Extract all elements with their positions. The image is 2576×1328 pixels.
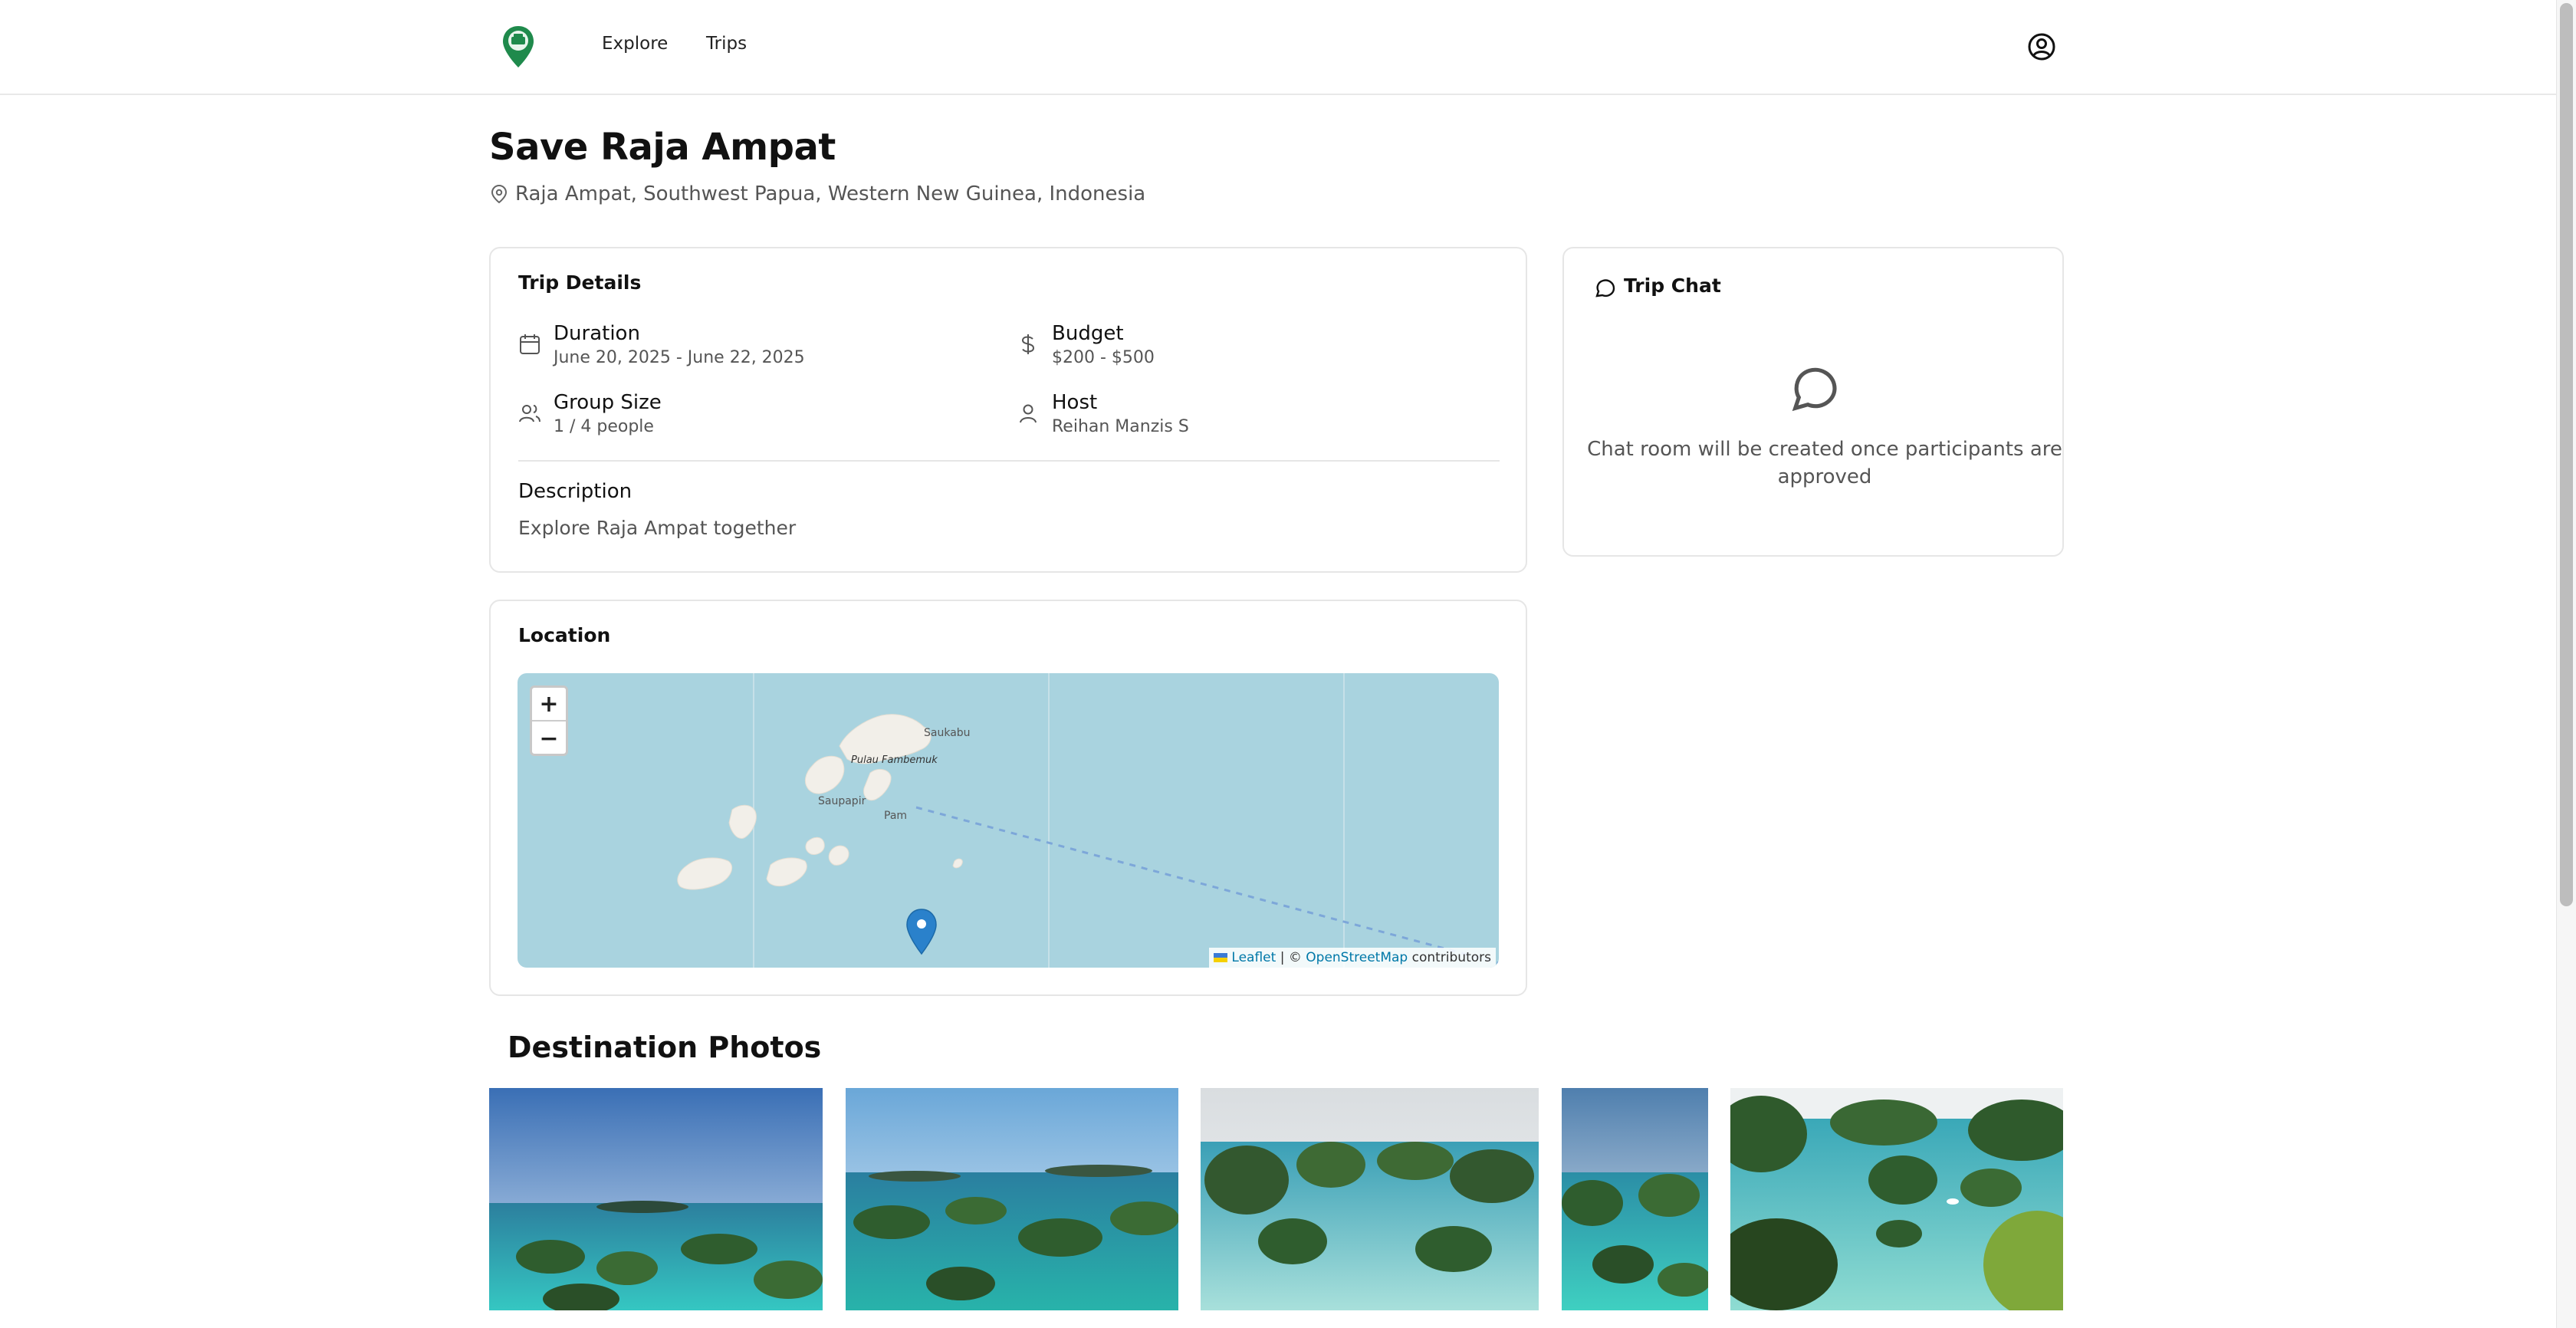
duration-value: June 20, 2025 - June 22, 2025 [554, 348, 805, 367]
group-size-label: Group Size [554, 391, 662, 414]
details-divider [518, 460, 1500, 462]
page-scrollbar[interactable] [2556, 0, 2576, 1328]
top-navbar: Explore Trips [0, 0, 2556, 95]
group-size-value: 1 / 4 people [554, 417, 654, 436]
map-island [677, 857, 732, 890]
trip-details-heading: Trip Details [518, 271, 642, 294]
destination-photo[interactable] [489, 1088, 823, 1310]
map-marker-icon[interactable] [906, 909, 937, 955]
map-attribution: Leaflet | © OpenStreetMap contributors [1209, 948, 1496, 968]
attribution-suffix: contributors [1408, 950, 1491, 965]
duration-detail: Duration June 20, 2025 - June 22, 2025 [518, 320, 805, 370]
dollar-icon [1021, 334, 1035, 354]
scrollbar-thumb[interactable] [2560, 3, 2573, 906]
user-icon [1020, 404, 1037, 423]
leaflet-link[interactable]: Leaflet [1231, 950, 1276, 965]
chat-empty-icon [1792, 367, 1837, 412]
map-label-saupapir: Saupapir [818, 795, 866, 807]
description-text: Explore Raja Ampat together [518, 517, 797, 539]
destination-photo[interactable] [1730, 1088, 2063, 1310]
budget-value: $200 - $500 [1052, 348, 1155, 367]
destination-photo[interactable] [1201, 1088, 1539, 1310]
location-heading: Location [518, 624, 611, 646]
host-label: Host [1052, 391, 1098, 414]
host-value: Reihan Manzis S [1052, 417, 1189, 436]
attribution-separator: | © [1276, 950, 1306, 965]
map-island [828, 845, 849, 866]
trip-chat-card: Trip Chat [1562, 247, 2064, 557]
trip-location: Raja Ampat, Southwest Papua, Western New… [491, 182, 1145, 205]
location-map[interactable]: Saukabu Pulau Fambemuk Saupapir Pam + − … [518, 673, 1499, 968]
chat-empty-message: Chat room will be created once participa… [1587, 438, 2062, 488]
user-circle-icon[interactable] [2027, 32, 2056, 61]
map-label-pam: Pam [884, 810, 907, 822]
map-pin-logo-icon[interactable] [500, 25, 537, 69]
map-label-pulau-fambemuk: Pulau Fambemuk [851, 754, 938, 766]
map-pin-icon [491, 184, 508, 204]
zoom-out-button[interactable]: − [532, 722, 566, 754]
map-label-saukabu: Saukabu [924, 727, 971, 739]
calendar-icon [520, 334, 540, 354]
destination-photo[interactable] [1562, 1088, 1708, 1310]
budget-label: Budget [1052, 322, 1124, 345]
openstreetmap-link[interactable]: OpenStreetMap [1306, 950, 1408, 965]
message-circle-icon [1595, 279, 1615, 297]
page-title: Save Raja Ampat [489, 126, 836, 169]
map-tiles[interactable]: Saukabu Pulau Fambemuk Saupapir Pam [518, 673, 1499, 968]
trip-chat-heading: Trip Chat [1624, 274, 1721, 297]
duration-label: Duration [554, 322, 640, 345]
nav-trips-link[interactable]: Trips [706, 34, 747, 54]
group-size-detail: Group Size 1 / 4 people [518, 390, 662, 439]
users-icon [519, 405, 540, 422]
destination-photos-heading: Destination Photos [508, 1031, 822, 1064]
trip-details-card: Trip Details Duration June 20, 2025 - Ju… [489, 247, 1527, 573]
map-island [952, 858, 963, 869]
destination-photo[interactable] [846, 1088, 1178, 1310]
host-detail: Host Reihan Manzis S [1017, 390, 1189, 439]
budget-detail: Budget $200 - $500 [1017, 320, 1155, 370]
map-island [728, 804, 757, 839]
nav-explore-link[interactable]: Explore [602, 34, 668, 54]
map-route-line [915, 806, 1499, 965]
map-zoom-control: + − [530, 685, 568, 756]
map-island [863, 768, 892, 801]
map-island [805, 837, 825, 855]
zoom-in-button[interactable]: + [532, 688, 566, 722]
map-island [766, 857, 807, 887]
trip-location-text: Raja Ampat, Southwest Papua, Western New… [515, 182, 1146, 205]
description-label: Description [518, 480, 632, 503]
map-island [804, 755, 845, 794]
ukraine-flag-icon [1214, 953, 1228, 962]
